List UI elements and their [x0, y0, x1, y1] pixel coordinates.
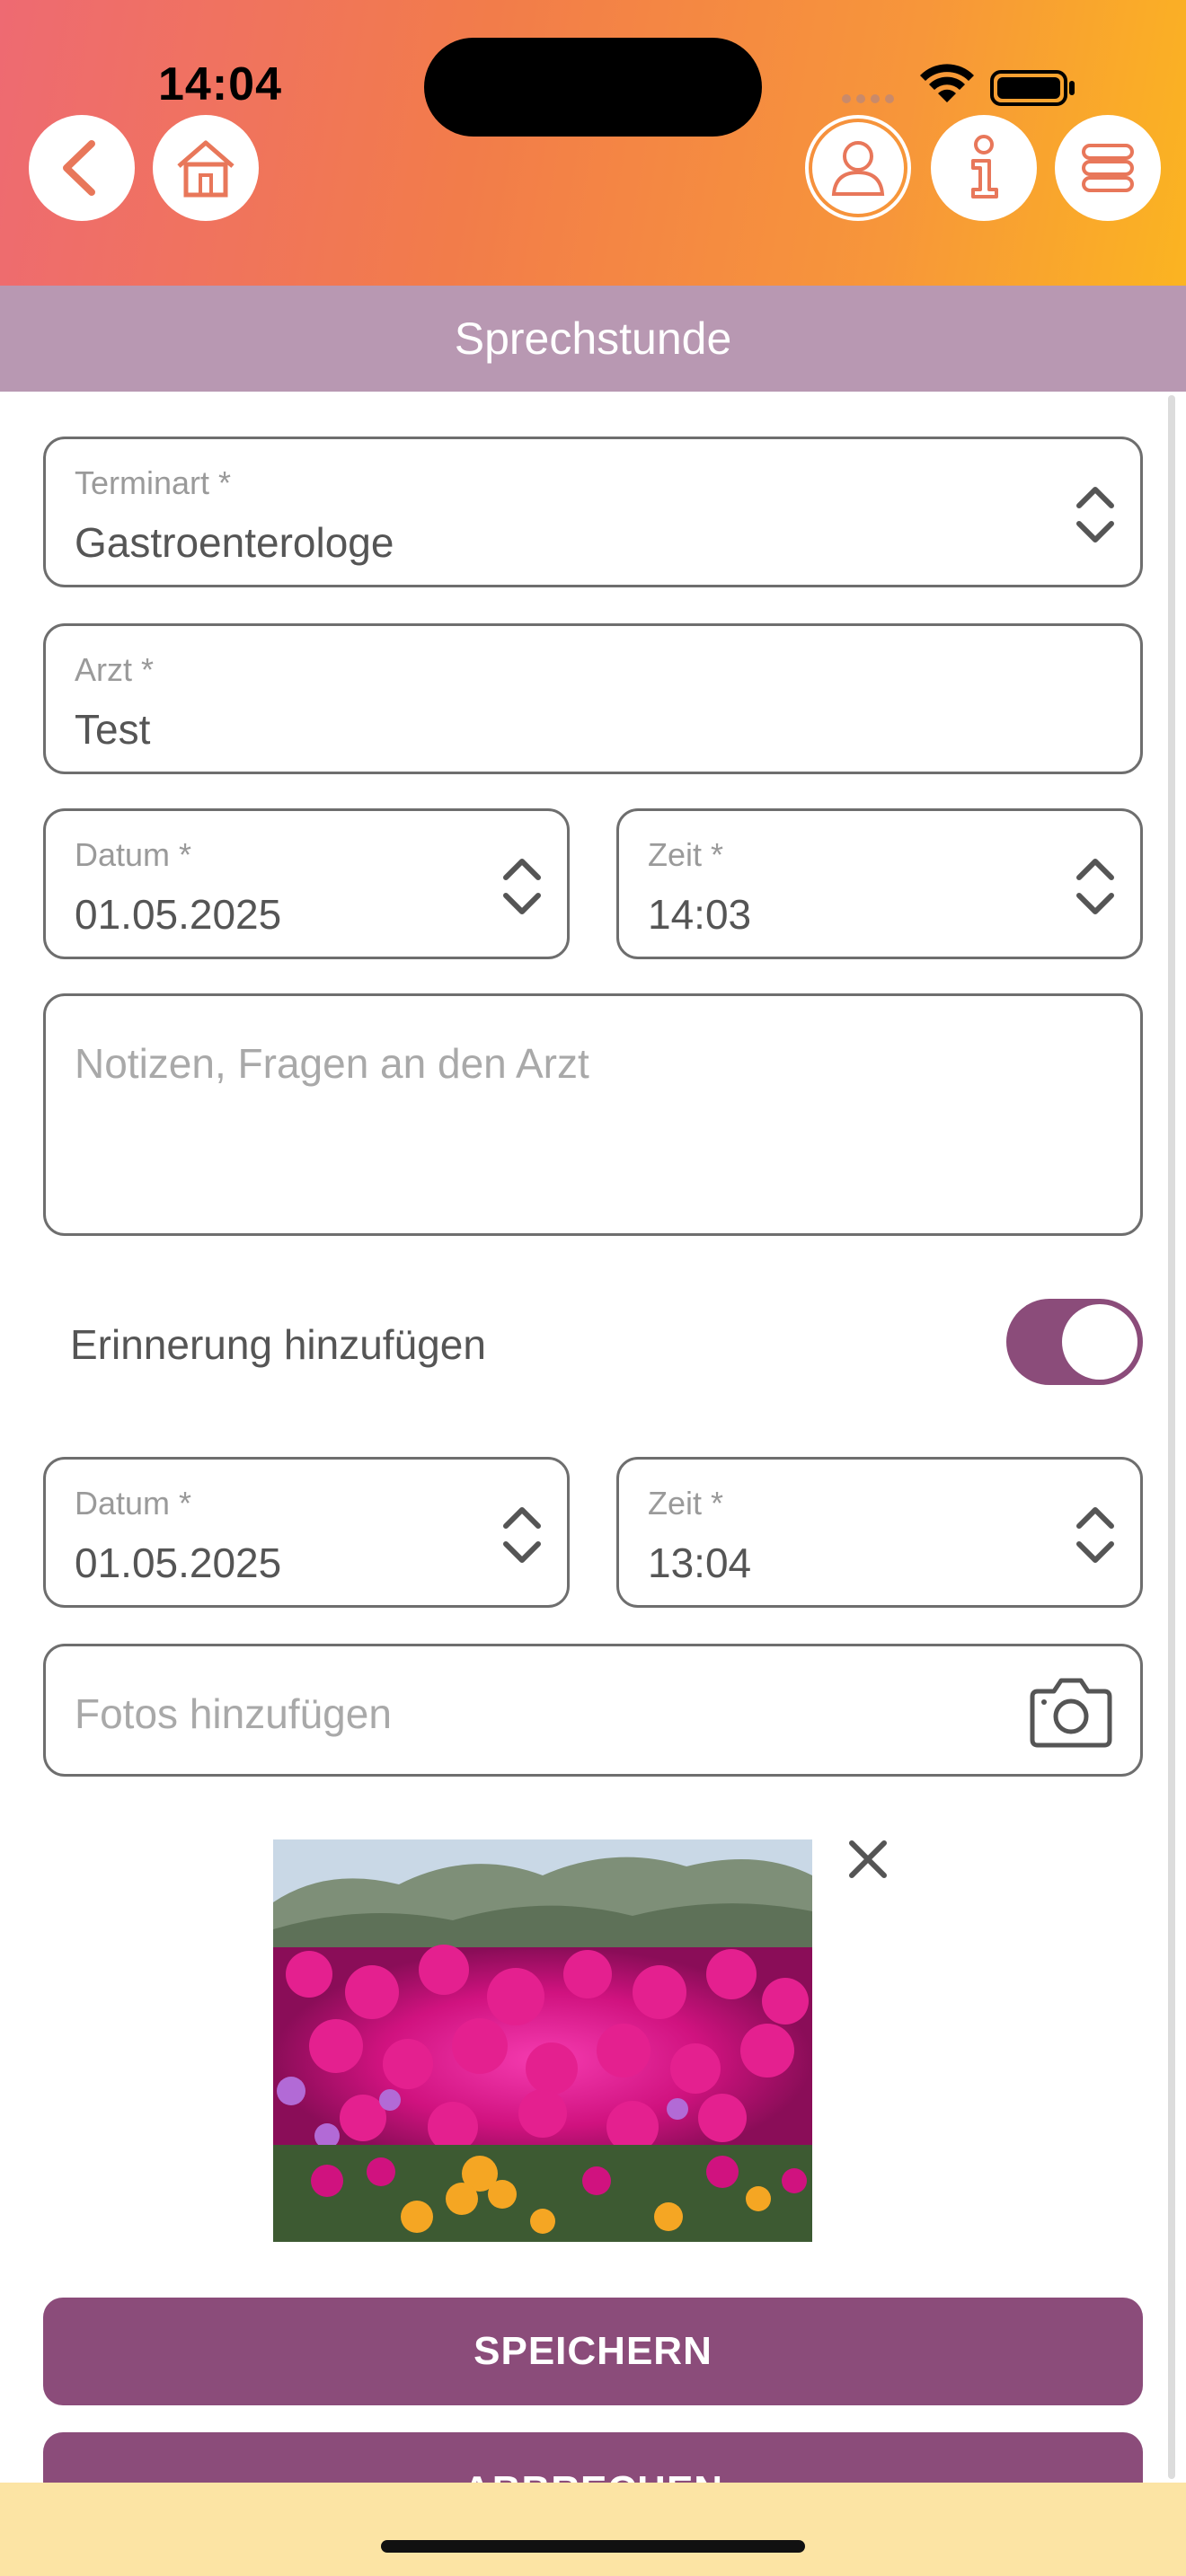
chevron-left-icon	[63, 140, 95, 196]
reminder-time-picker[interactable]: Zeit * 13:04	[616, 1457, 1143, 1608]
doctor-field[interactable]: Arzt * Test	[43, 623, 1143, 774]
date-label: Datum *	[75, 836, 192, 873]
doctor-value: Test	[75, 706, 151, 753]
appointment-type-label: Terminart *	[75, 464, 232, 501]
reminder-toggle[interactable]	[1006, 1299, 1143, 1385]
scrollbar[interactable]	[1168, 395, 1175, 2479]
appointment-type-select[interactable]: Terminart * Gastroenterologe	[43, 437, 1143, 587]
time-value: 14:03	[648, 891, 752, 938]
reminder-date-picker[interactable]: Datum * 01.05.2025	[43, 1457, 570, 1608]
home-button[interactable]	[153, 115, 259, 221]
chevron-up-down-icon	[503, 1507, 541, 1563]
appointment-type-value: Gastroenterologe	[75, 519, 394, 566]
back-button[interactable]	[29, 115, 135, 221]
page-title: Sprechstunde	[454, 313, 732, 364]
dynamic-island	[424, 38, 762, 137]
profile-button[interactable]	[805, 115, 911, 221]
notes-placeholder: Notizen, Fragen an den Arzt	[75, 1040, 589, 1087]
reminder-label: Erinnerung hinzufügen	[70, 1321, 486, 1368]
time-label: Zeit *	[648, 836, 724, 873]
info-button[interactable]	[931, 115, 1037, 221]
app-header: 14:04	[0, 0, 1186, 286]
menu-stack-icon	[1082, 144, 1134, 192]
reminder-date-label: Datum *	[75, 1485, 192, 1522]
reminder-date-value: 01.05.2025	[75, 1539, 282, 1586]
camera-icon[interactable]	[1029, 1673, 1113, 1749]
save-button[interactable]: SPEICHERN	[43, 2298, 1143, 2405]
info-icon	[971, 135, 998, 198]
reminder-time-value: 13:04	[648, 1539, 752, 1586]
page-title-bar: Sprechstunde	[0, 286, 1186, 392]
battery-icon	[990, 70, 1075, 106]
add-photos-field[interactable]: Fotos hinzufügen	[43, 1644, 1143, 1777]
reminder-row: Erinnerung hinzufügen	[43, 1293, 1143, 1392]
reminder-time-label: Zeit *	[648, 1485, 724, 1522]
date-picker[interactable]: Datum * 01.05.2025	[43, 808, 570, 959]
wifi-icon	[920, 64, 974, 102]
house-icon	[177, 140, 235, 198]
chevron-up-down-icon	[1076, 859, 1114, 914]
home-indicator	[381, 2540, 805, 2553]
menu-button[interactable]	[1055, 115, 1161, 221]
chevron-up-down-icon	[503, 859, 541, 914]
status-icons	[842, 64, 1075, 106]
chevron-up-down-icon	[1076, 487, 1114, 543]
attached-photo[interactable]	[273, 1839, 812, 2242]
date-value: 01.05.2025	[75, 891, 282, 938]
notes-textarea[interactable]: Notizen, Fragen an den Arzt	[43, 993, 1143, 1236]
person-icon	[831, 141, 885, 196]
flower-photo	[273, 1839, 812, 2242]
add-photos-placeholder: Fotos hinzufügen	[75, 1690, 392, 1737]
status-time: 14:04	[158, 58, 282, 110]
remove-photo-icon[interactable]	[841, 1832, 895, 1886]
time-picker[interactable]: Zeit * 14:03	[616, 808, 1143, 959]
chevron-up-down-icon	[1076, 1507, 1114, 1563]
bottom-bar	[0, 2483, 1186, 2576]
doctor-label: Arzt *	[75, 651, 155, 688]
toggle-knob	[1062, 1304, 1137, 1380]
